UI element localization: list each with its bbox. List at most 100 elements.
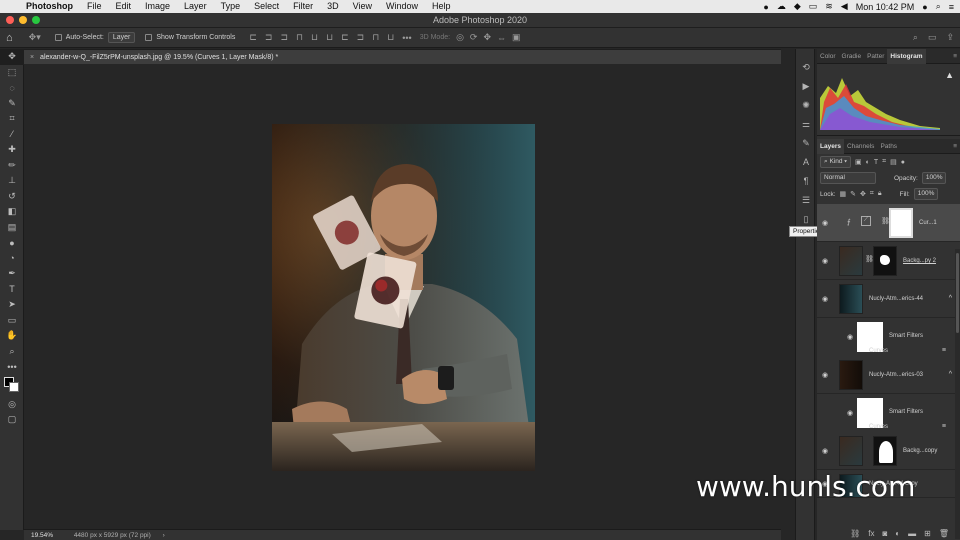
menu-image[interactable]: Image (138, 0, 177, 13)
panel-menu-icon[interactable]: ≡ (950, 49, 960, 64)
smart-filter-curves[interactable]: Curves (869, 424, 888, 430)
align-left-icon[interactable]: ⊏ (249, 32, 257, 43)
dropbox-icon[interactable]: ◆ (794, 1, 801, 12)
history-panel-icon[interactable]: ⟲ (796, 59, 816, 75)
home-icon[interactable]: ⌂ (6, 32, 13, 44)
lock-transparent-icon[interactable]: ▦ (840, 190, 847, 198)
blur-tool-icon[interactable]: ● (0, 235, 24, 251)
layer-mask-thumbnail[interactable] (889, 208, 913, 238)
3d-pan-icon[interactable]: ✥ (483, 32, 491, 43)
layer-row[interactable]: ◉ Nucly-Atm...erics-03 ^ (817, 356, 960, 394)
distribute-1-icon[interactable]: ⊏ (341, 32, 349, 43)
visibility-eye-icon[interactable]: ◉ (822, 257, 828, 265)
layer-row[interactable]: ◉ Nucly-Atm...erics-44 ^ (817, 280, 960, 318)
type-tool-icon[interactable]: T (0, 282, 24, 298)
histogram-warning-icon[interactable]: ▲ (945, 70, 954, 80)
user-icon[interactable]: ● (922, 2, 927, 12)
brushes-icon[interactable]: ✎ (796, 135, 816, 151)
workspace-icon[interactable]: ▭ (928, 32, 937, 43)
align-middle-icon[interactable]: ⊔ (311, 32, 318, 43)
eraser-tool-icon[interactable]: ◧ (0, 204, 24, 220)
edit-toolbar-icon[interactable]: ••• (0, 359, 24, 375)
filter-options-icon[interactable]: ≡ (942, 423, 946, 430)
dodge-tool-icon[interactable]: ◔ (0, 251, 24, 267)
scrollbar-thumb[interactable] (956, 253, 959, 333)
auto-select-checkbox[interactable] (54, 34, 62, 41)
background-color-swatch[interactable] (9, 381, 19, 392)
distribute-3-icon[interactable]: ⊓ (372, 32, 379, 43)
actions-panel-icon[interactable]: ▶ (796, 78, 816, 94)
align-bottom-icon[interactable]: ⊔ (326, 32, 333, 43)
layers-menu-icon[interactable]: ≡ (950, 139, 960, 154)
visibility-eye-icon[interactable]: ◉ (822, 219, 828, 227)
brush-settings-icon[interactable]: ✺ (796, 97, 816, 113)
align-top-icon[interactable]: ⊓ (296, 32, 303, 43)
notification-icon[interactable]: ≡ (949, 2, 954, 12)
path-select-tool-icon[interactable]: ➤ (0, 297, 24, 313)
lock-position-icon[interactable]: ✥ (860, 190, 866, 198)
menu-select[interactable]: Select (247, 0, 286, 13)
healing-brush-tool-icon[interactable]: ✚ (0, 142, 24, 158)
layers-scrollbar[interactable] (955, 249, 960, 539)
volume-icon[interactable]: ◀ (841, 1, 848, 12)
close-document-icon[interactable]: × (30, 54, 34, 61)
tab-histogram[interactable]: Histogram (887, 48, 926, 64)
smart-filters-row[interactable]: ◉ Smart Filters Curves ≡ (817, 318, 960, 356)
distribute-2-icon[interactable]: ⊐ (357, 32, 365, 43)
opacity-field[interactable]: 100% (921, 172, 947, 184)
wifi-icon[interactable]: ≋ (825, 1, 833, 12)
screen-mode-icon[interactable]: ▢ (0, 412, 24, 428)
canvas-area[interactable] (24, 64, 781, 530)
tab-gradients[interactable]: Gradie (839, 49, 865, 64)
menu-view[interactable]: View (346, 0, 379, 13)
visibility-eye-icon[interactable]: ◉ (847, 333, 853, 341)
tab-channels[interactable]: Channels (844, 139, 877, 154)
move-tool-icon[interactable]: ✥ (0, 49, 24, 65)
filter-toggle-icon[interactable]: ● (901, 159, 905, 166)
record-icon[interactable]: ● (763, 2, 768, 12)
menu-3d[interactable]: 3D (320, 0, 346, 13)
zoom-level[interactable]: 19.54% (24, 530, 64, 540)
auto-select-dropdown[interactable]: Layer (107, 32, 136, 43)
lock-all-icon[interactable]: 🔒︎ (878, 190, 882, 198)
menu-file[interactable]: File (80, 0, 109, 13)
visibility-eye-icon[interactable]: ◉ (822, 447, 828, 455)
paragraph-panel-icon[interactable]: ¶ (796, 173, 816, 189)
layer-row[interactable]: ◉ ⨍ ⟋ ⛓ Cur...1 (817, 204, 960, 242)
new-adjustment-icon[interactable]: ◐ (895, 529, 900, 538)
crop-tool-icon[interactable]: ⌗ (0, 111, 24, 127)
clock[interactable]: Mon 10:42 PM (856, 2, 915, 12)
filter-type-icon[interactable]: T (874, 159, 878, 166)
share-icon[interactable]: ⇪ (946, 32, 954, 43)
3d-slide-icon[interactable]: ⇔ (497, 33, 506, 43)
expand-chevron-icon[interactable]: ^ (949, 371, 952, 378)
visibility-eye-icon[interactable]: ◉ (822, 295, 828, 303)
spotlight-icon[interactable]: ⌕ (936, 1, 941, 12)
quick-mask-icon[interactable]: ◎ (0, 397, 24, 413)
layer-mask-thumbnail[interactable] (873, 436, 897, 466)
search-icon[interactable]: ⌕ (913, 32, 918, 43)
add-mask-icon[interactable]: ◙ (882, 529, 887, 538)
brush-tool-icon[interactable]: ✏ (0, 158, 24, 174)
tab-patterns[interactable]: Patter (864, 49, 887, 64)
status-menu-chevron-icon[interactable]: › (163, 532, 165, 539)
visibility-eye-icon[interactable]: ◉ (822, 371, 828, 379)
smart-filter-curves[interactable]: Curves (869, 348, 888, 354)
eyedropper-tool-icon[interactable]: ⁄ (0, 127, 24, 143)
adjustments-icon[interactable]: ⚌ (796, 116, 816, 132)
filter-adjustment-icon[interactable]: ◐ (866, 159, 870, 166)
menu-help[interactable]: Help (425, 0, 458, 13)
menu-window[interactable]: Window (379, 0, 425, 13)
lasso-tool-icon[interactable]: ◌ (0, 80, 24, 96)
tab-paths[interactable]: Paths (877, 139, 900, 154)
visibility-eye-icon[interactable]: ◉ (847, 409, 853, 417)
3d-orbit-icon[interactable]: ◎ (456, 32, 464, 43)
history-brush-tool-icon[interactable]: ↺ (0, 189, 24, 205)
zoom-tool-icon[interactable]: ⌕ (0, 344, 24, 360)
libraries-icon[interactable]: ▯ (796, 211, 816, 227)
menu-layer[interactable]: Layer (177, 0, 214, 13)
layer-mask-thumbnail[interactable] (873, 246, 897, 276)
filter-smart-icon[interactable]: ▤ (890, 158, 897, 166)
tab-layers[interactable]: Layers (817, 138, 844, 154)
smart-filters-row[interactable]: ◉ Smart Filters Curves ≡ (817, 394, 960, 432)
